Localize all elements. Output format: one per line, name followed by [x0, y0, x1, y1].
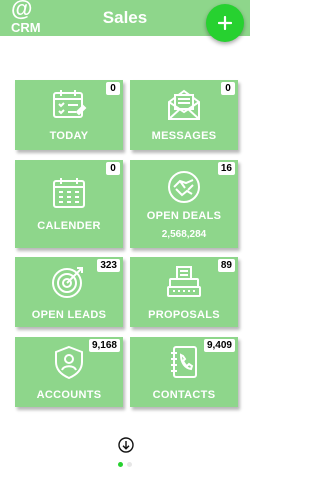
shield-user-icon — [55, 345, 83, 379]
tile-calender[interactable]: 0 CALENDER — [15, 160, 123, 248]
target-icon — [52, 267, 83, 298]
tile-label: CALENDER — [37, 220, 101, 232]
calendar-checklist-icon — [53, 90, 87, 118]
tile-open-deals[interactable]: 16 OPEN DEALS 2,568,284 — [130, 160, 238, 248]
tile-open-leads[interactable]: 323 OPEN LEADS — [15, 257, 123, 327]
contacts-badge: 9,409 — [203, 339, 235, 352]
tile-proposals[interactable]: 89 PROPOSALS — [130, 257, 238, 327]
tile-label: MESSAGES — [151, 130, 217, 142]
tile-accounts[interactable]: 9,168 ACCOUNTS — [15, 337, 123, 407]
today-badge: 0 — [106, 82, 120, 95]
add-button[interactable] — [206, 4, 244, 42]
open-deals-badge: 16 — [217, 162, 235, 175]
tile-label: TODAY — [49, 130, 89, 142]
calender-badge: 0 — [106, 162, 120, 175]
open-leads-badge: 323 — [97, 259, 120, 272]
mail-icon — [168, 89, 200, 120]
calendar-icon — [53, 178, 85, 208]
proposals-badge: 89 — [217, 259, 235, 272]
typewriter-icon — [167, 266, 201, 297]
page-dot-active[interactable] — [118, 462, 123, 467]
tile-label: OPEN DEALS — [146, 210, 222, 222]
messages-badge: 0 — [221, 82, 235, 95]
tile-contacts[interactable]: 9,409 CONTACTS — [130, 337, 238, 407]
deals-amount: 2,568,284 — [161, 229, 207, 240]
tile-label: PROPOSALS — [148, 309, 220, 321]
tile-label: OPEN LEADS — [31, 309, 107, 321]
accounts-badge: 9,168 — [88, 339, 120, 352]
handshake-icon — [168, 171, 200, 203]
plus-icon — [218, 16, 232, 30]
phone-book-icon — [171, 346, 197, 378]
tile-messages[interactable]: 0 MESSAGES — [130, 80, 238, 150]
page-dot[interactable] — [127, 462, 132, 467]
tile-label: ACCOUNTS — [36, 389, 102, 401]
tile-today[interactable]: 0 TODAY — [15, 80, 123, 150]
tile-label: CONTACTS — [152, 389, 216, 401]
scroll-down-icon[interactable] — [118, 437, 134, 453]
